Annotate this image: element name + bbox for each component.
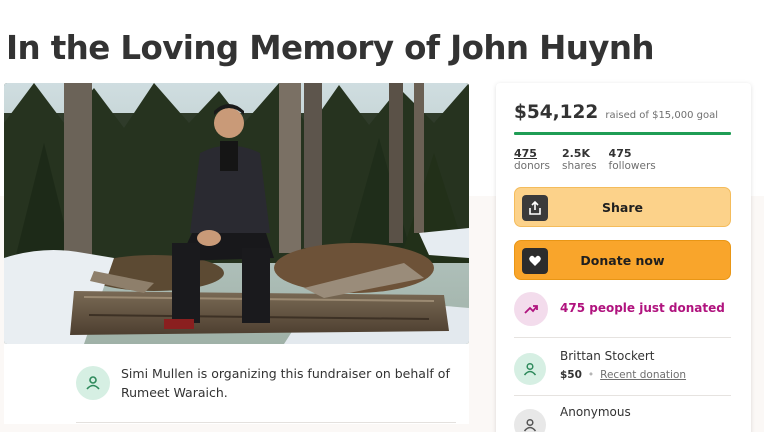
- donation-card: $54,122 raised of $15,000 goal 475 donor…: [496, 83, 751, 432]
- stat-label: donors: [514, 160, 550, 172]
- donation-amount: $50: [560, 369, 582, 381]
- stats-row: 475 donors 2.5K shares 475 followers: [514, 147, 668, 173]
- amount-raised: $54,122: [514, 102, 599, 123]
- donation-item: Anonymous: [514, 405, 731, 432]
- share-button-label: Share: [602, 199, 643, 215]
- stat-label: shares: [561, 160, 597, 172]
- stat-shares: 2.5K shares: [562, 147, 597, 173]
- stat-value: 475: [608, 147, 632, 160]
- recent-donation-link[interactable]: Recent donation: [600, 369, 686, 381]
- trending-text: 475 people just donated: [560, 301, 725, 315]
- donor-name: Brittan Stockert: [560, 349, 655, 363]
- divider: [514, 337, 731, 338]
- share-button[interactable]: Share: [514, 187, 731, 227]
- donor-name: Anonymous: [560, 405, 631, 419]
- organizer-section: Simi Mullen is organizing this fundraise…: [4, 344, 469, 424]
- progress-bar: [514, 132, 731, 135]
- divider: [514, 395, 731, 396]
- divider: [76, 422, 456, 423]
- stat-value[interactable]: 475: [514, 147, 550, 160]
- donate-now-button[interactable]: Donate now: [514, 240, 731, 280]
- donor-avatar-icon: [514, 353, 546, 385]
- donate-button-label: Donate now: [580, 252, 665, 268]
- hero-photo[interactable]: [4, 83, 469, 344]
- stat-value: 2.5K: [561, 147, 590, 160]
- trending-up-icon: [514, 292, 548, 326]
- donation-meta: $50 • Recent donation: [560, 369, 686, 381]
- goal-text: raised of $15,000 goal: [605, 110, 718, 121]
- page-title: In the Loving Memory of John Huynh: [6, 29, 655, 67]
- donor-avatar-icon: [514, 409, 546, 432]
- raised-summary: $54,122 raised of $15,000 goal: [514, 102, 718, 123]
- recent-donations-trend: 475 people just donated: [514, 292, 731, 326]
- stat-label: followers: [608, 160, 656, 172]
- person-group-icon: [76, 366, 110, 400]
- stat-followers: 475 followers: [609, 147, 656, 173]
- gofundme-heart-icon: [522, 248, 548, 274]
- organizer-text: Simi Mullen is organizing this fundraise…: [121, 366, 450, 400]
- share-upload-icon: [522, 195, 548, 221]
- separator-dot: •: [587, 369, 595, 381]
- stat-donors[interactable]: 475 donors: [514, 147, 550, 173]
- donation-item: Brittan Stockert $50 • Recent donation: [514, 349, 731, 389]
- progress-bar-fill: [514, 132, 731, 135]
